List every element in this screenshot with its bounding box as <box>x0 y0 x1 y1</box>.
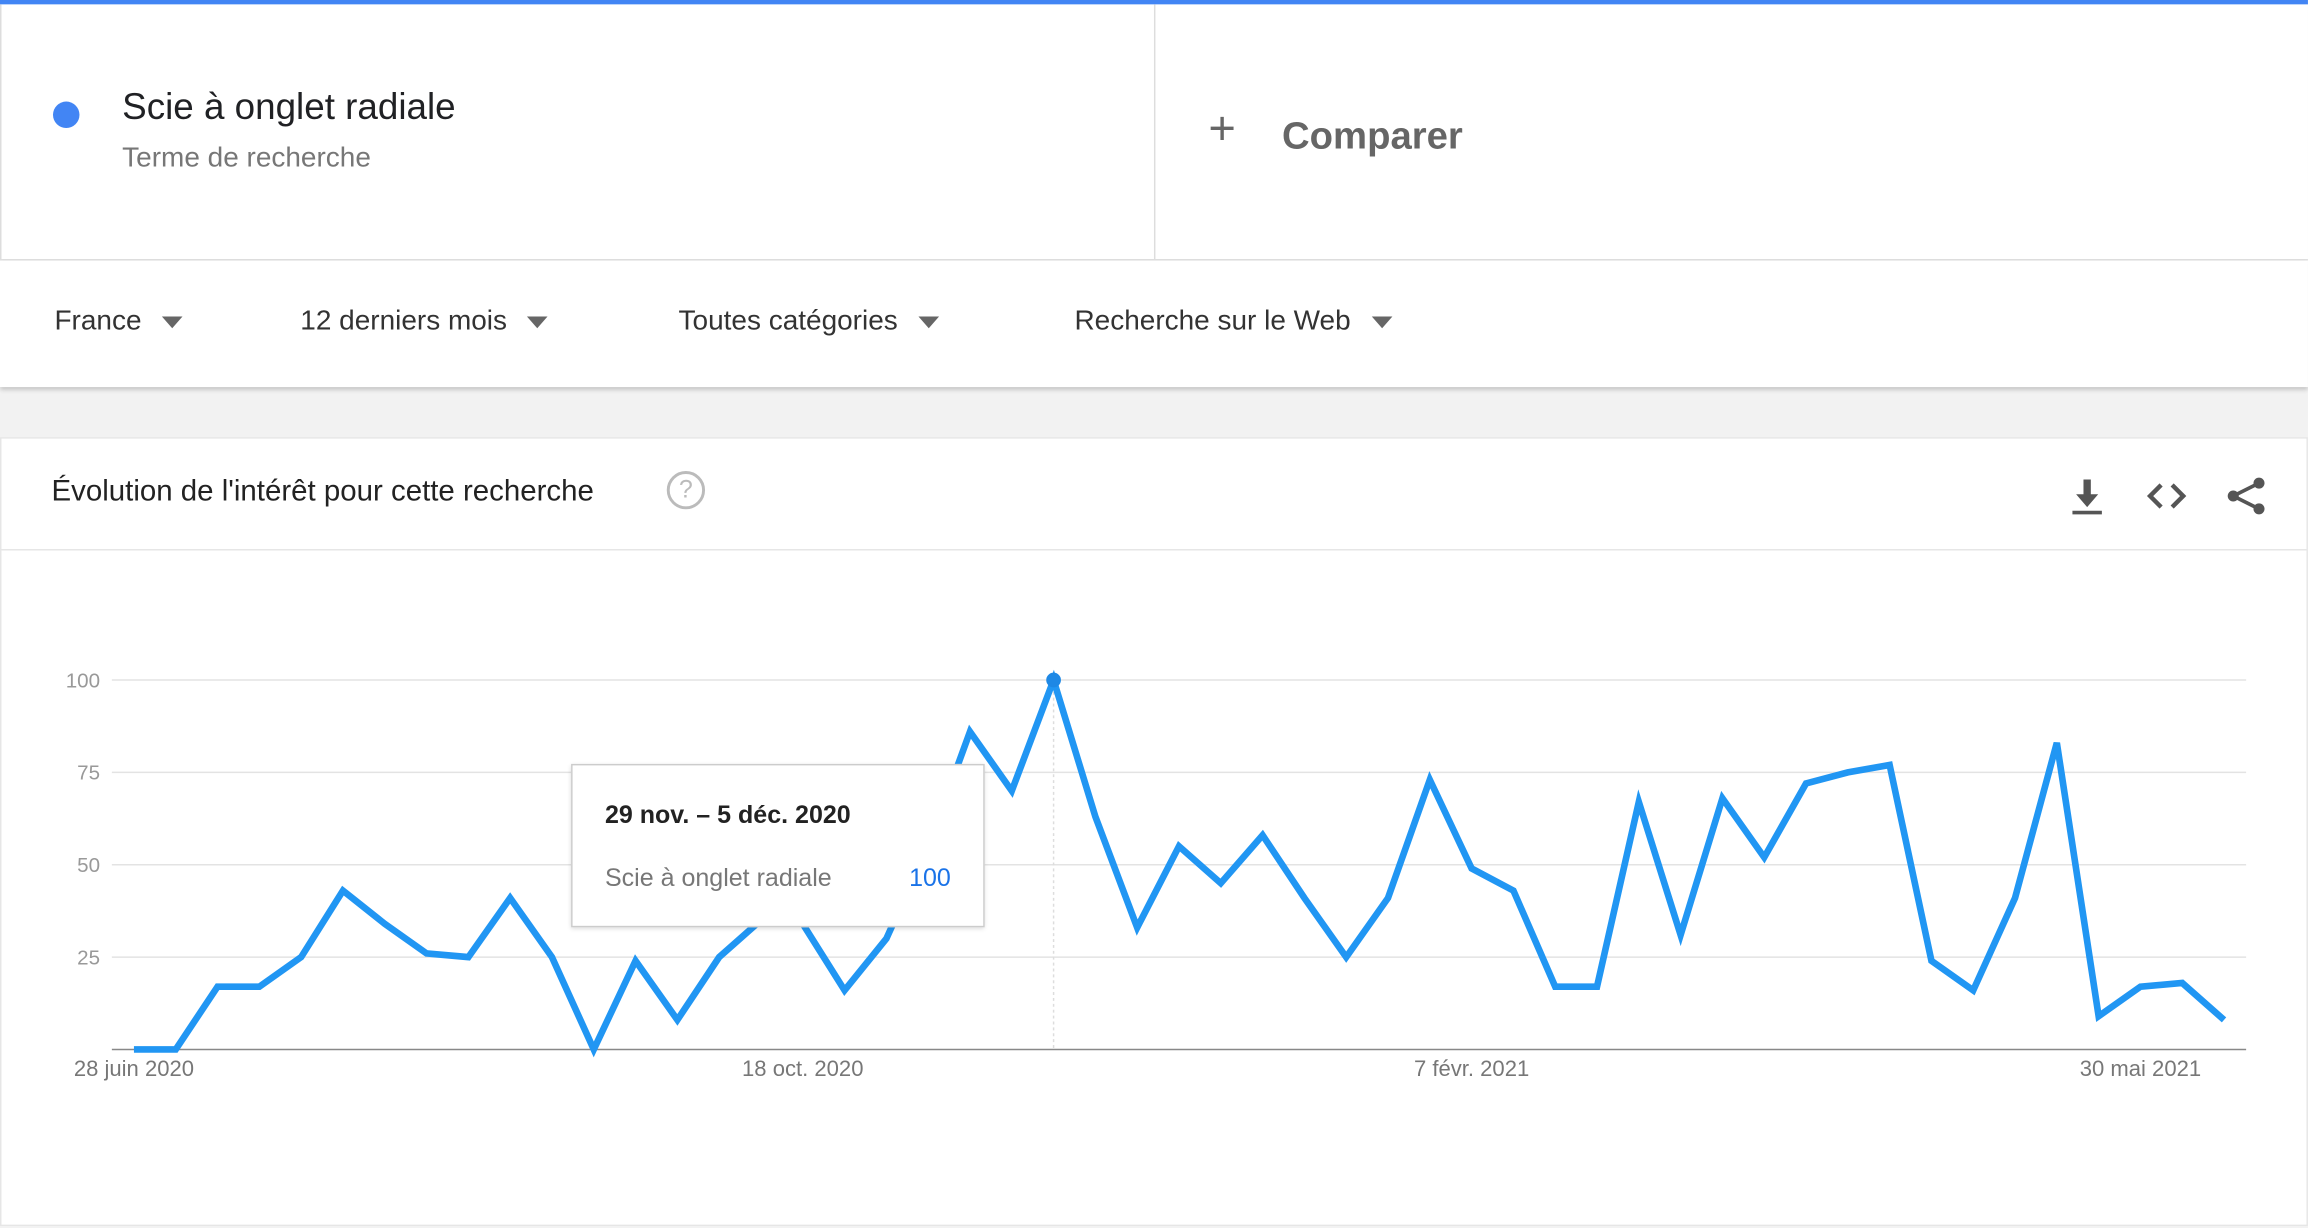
share-icon[interactable] <box>2224 474 2268 518</box>
filter-time-range[interactable]: 12 derniers mois <box>300 306 549 338</box>
y-tick-label: 100 <box>66 669 100 692</box>
search-term-name[interactable]: Scie à onglet radiale <box>122 87 455 130</box>
search-term-card[interactable]: Scie à onglet radiale Terme de recherche <box>0 4 1156 260</box>
x-tick-label: 18 oct. 2020 <box>742 1056 863 1081</box>
dropdown-arrow-icon <box>918 316 939 329</box>
chart-tooltip: 29 nov. – 5 déc. 2020 Scie à onglet radi… <box>571 763 985 928</box>
filters-bar: France 12 derniers mois Toutes catégorie… <box>0 260 2308 388</box>
dropdown-arrow-icon <box>527 316 549 329</box>
y-tick-label: 50 <box>77 854 100 877</box>
compare-button[interactable]: + Comparer <box>1155 4 2307 259</box>
filter-label: Recherche sur le Web <box>1074 306 1351 338</box>
x-tick-label: 30 mai 2021 <box>2080 1056 2201 1081</box>
dropdown-arrow-icon <box>1371 316 1392 329</box>
dropdown-arrow-icon <box>162 316 183 329</box>
filter-search-type[interactable]: Recherche sur le Web <box>1074 306 1392 338</box>
x-tick-label: 7 févr. 2021 <box>1414 1056 1529 1081</box>
data-point <box>1046 672 1061 688</box>
embed-code-icon[interactable] <box>2145 474 2189 518</box>
filter-label: 12 derniers mois <box>300 306 508 338</box>
y-tick-label: 25 <box>77 946 100 969</box>
tooltip-value: 100 <box>909 864 951 892</box>
interest-over-time-card: Évolution de l'intérêt pour cette recher… <box>0 437 2308 1227</box>
tooltip-date: 29 nov. – 5 déc. 2020 <box>604 800 851 829</box>
help-icon[interactable]: ? <box>666 471 706 510</box>
search-terms-bar: Scie à onglet radiale Terme de recherche… <box>0 4 2308 261</box>
card-title: Évolution de l'intérêt pour cette recher… <box>51 475 594 508</box>
compare-label: Comparer <box>1282 113 1463 158</box>
google-trends-page: Scie à onglet radiale Terme de recherche… <box>0 0 2308 1228</box>
search-term-type: Terme de recherche <box>122 142 371 174</box>
filter-category[interactable]: Toutes catégories <box>679 306 939 338</box>
card-header: Évolution de l'intérêt pour cette recher… <box>1 439 2307 551</box>
filter-label: France <box>54 306 142 338</box>
download-icon[interactable] <box>2065 474 2109 518</box>
series-color-dot <box>52 101 80 129</box>
x-tick-label: 28 juin 2020 <box>74 1056 194 1081</box>
filter-region[interactable]: France <box>54 306 183 338</box>
line-chart[interactable]: 100 75 50 25 28 juin 2020 18 oct. 2020 7 févr.… <box>1 550 2306 1224</box>
plus-icon: + <box>1208 101 1236 155</box>
y-tick-label: 75 <box>77 762 100 785</box>
filter-label: Toutes catégories <box>678 306 898 338</box>
tooltip-series-name: Scie à onglet radiale <box>604 864 832 892</box>
